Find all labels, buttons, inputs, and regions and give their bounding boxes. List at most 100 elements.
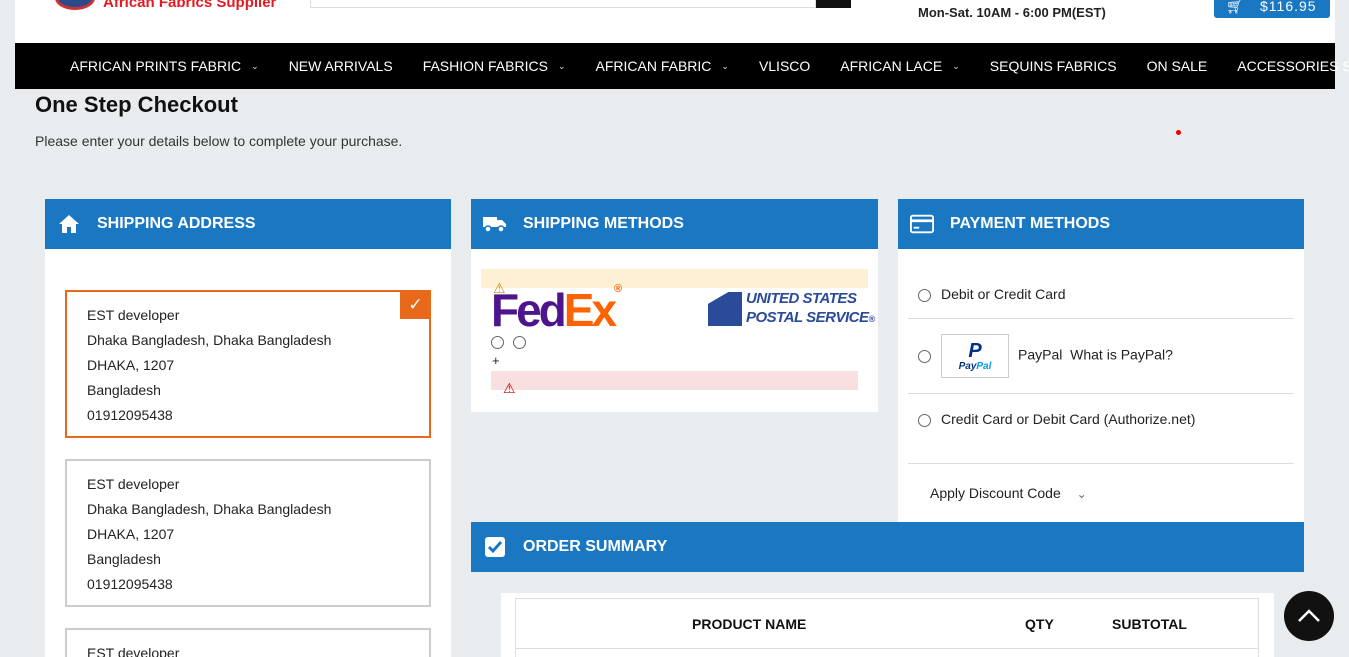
payment-option-card[interactable]: Debit or Credit Card [918, 286, 1304, 302]
address-card[interactable]: EST developer Dhaka Bangladesh, Dhaka Ba… [65, 459, 431, 607]
fedex-reg: ® [614, 283, 623, 295]
address-name: EST developer [87, 307, 180, 323]
payment-methods-body: Debit or Credit Card P PayPal PayPal What … [898, 249, 1304, 522]
chevron-down-icon: ⌄ [952, 60, 960, 71]
payment-option-paypal[interactable]: P PayPal PayPal What is PayPal? [918, 334, 1304, 378]
nav-item-fashion-fabrics[interactable]: FASHION FABRICS ⌄ [423, 58, 566, 74]
nav-label: AFRICAN LACE [840, 58, 943, 74]
home-icon [57, 214, 81, 234]
panel-title: ORDER SUMMARY [523, 538, 668, 555]
card-radio[interactable] [918, 288, 931, 302]
checkbox-checked-icon [483, 536, 507, 558]
payment-label: PayPal [1018, 346, 1063, 363]
nav-item-african-prints-fabric[interactable]: AFRICAN PRINTS FABRIC ⌄ [70, 58, 259, 74]
address-name: EST developer [87, 476, 180, 492]
nav-label: SEQUINS FABRICS [989, 58, 1117, 74]
divider [908, 463, 1294, 464]
usps-text: UNITED STATES POSTAL SERVICE® [746, 289, 875, 329]
address-street: Dhaka Bangladesh, Dhaka Bangladesh [87, 332, 332, 348]
chevron-down-icon: ⌄ [1076, 487, 1087, 501]
cart-button[interactable]: 🛒︎ $116.95 [1214, 0, 1330, 18]
nav-item-african-fabric[interactable]: AFRICAN FABRIC ⌄ [595, 58, 728, 74]
fedex-ex: Ex [563, 284, 617, 336]
nav-item-vlisco[interactable]: VLISCO [759, 58, 810, 74]
paypal-mark: P [968, 339, 982, 362]
nav-label: NEW ARRIVALS [288, 58, 393, 74]
main-nav: AFRICAN PRINTS FABRIC ⌄ NEW ARRIVALS FASH… [15, 43, 1349, 89]
payment-label: Debit or Credit Card [941, 286, 1066, 302]
column-header-product: PRODUCT NAME [692, 616, 807, 632]
chevron-down-icon: ⌄ [557, 60, 566, 71]
nav-label: ACCESSORIES SHOP [1237, 58, 1349, 74]
fedex-logo: FedEx® [491, 283, 622, 337]
nav-item-african-lace[interactable]: AFRICAN LACE ⌄ [840, 58, 959, 74]
order-summary-table: PRODUCT NAME QTY SUBTOTAL [515, 598, 1259, 657]
panel-title: PAYMENT METHODS [950, 215, 1111, 232]
search-button[interactable] [816, 0, 851, 8]
address-country: Bangladesh [87, 382, 161, 398]
nav-label: ON SALE [1146, 58, 1208, 74]
usps-radio[interactable] [513, 336, 526, 349]
nav-label: AFRICAN PRINTS FABRIC [70, 58, 242, 74]
authorize-radio[interactable] [918, 413, 931, 427]
column-header-qty: QTY [1025, 616, 1054, 632]
cart-total: $116.95 [1260, 0, 1317, 14]
address-city: DHAKA, 1207 [87, 526, 175, 542]
payment-option-authorize[interactable]: Credit Card or Debit Card (Authorize.net… [918, 411, 1304, 427]
chevron-down-icon: ⌄ [251, 60, 259, 71]
chevron-up-icon [1298, 609, 1320, 622]
paypal-pal: Pal [976, 360, 992, 372]
address-street: Dhaka Bangladesh, Dhaka Bangladesh [87, 501, 332, 517]
fedex-radio[interactable] [491, 336, 504, 349]
address-phone: 01912095438 [87, 576, 173, 592]
site-logo-text[interactable]: African Fabrics Supplier [103, 0, 276, 11]
usps-reg: ® [868, 314, 875, 324]
nav-item-sequins-fabrics[interactable]: SEQUINS FABRICS [990, 58, 1117, 74]
shipping-address-body: EST developer Dhaka Bangladesh, Dhaka Ba… [45, 249, 451, 657]
plus-icon: + [492, 353, 500, 368]
divider [908, 318, 1294, 319]
paypal-radio[interactable] [918, 349, 931, 363]
credit-card-icon [910, 214, 934, 234]
logo-icon[interactable] [55, 0, 95, 10]
shipping-address-header: SHIPPING ADDRESS [45, 199, 451, 249]
discount-label: Apply Discount Code [930, 485, 1061, 501]
nav-label: FASHION FABRICS [422, 58, 548, 74]
chevron-down-icon: ⌄ [721, 60, 729, 71]
usps-line2-wrap: POSTAL SERVICE® [746, 308, 875, 329]
page-subtitle: Please enter your details below to compl… [35, 133, 403, 149]
fedex-fe: Fed [491, 284, 567, 336]
what-is-paypal-link[interactable]: What is PayPal? [1070, 347, 1173, 363]
paypal-wordmark: PayPal [959, 361, 992, 372]
address-card[interactable]: EST developer [65, 628, 431, 657]
nav-item-on-sale[interactable]: ON SALE [1147, 58, 1208, 74]
order-summary-header: ORDER SUMMARY [471, 522, 1304, 572]
truck-icon [483, 215, 507, 233]
error-icon: ⚠ [503, 380, 516, 396]
panel-title: SHIPPING METHODS [523, 215, 684, 232]
cart-icon: 🛒︎ [1226, 0, 1244, 14]
address-card[interactable]: EST developer Dhaka Bangladesh, Dhaka Ba… [65, 290, 431, 438]
status-dot [1176, 130, 1181, 135]
divider [908, 393, 1294, 394]
payment-methods-header: PAYMENT METHODS [898, 199, 1304, 249]
scroll-to-top-button[interactable] [1284, 591, 1334, 641]
column-header-subtotal: SUBTOTAL [1112, 616, 1187, 632]
address-name: EST developer [87, 645, 180, 657]
nav-label: AFRICAN FABRIC [595, 58, 712, 74]
discount-code-toggle[interactable]: Apply Discount Code ⌄ [930, 485, 1316, 501]
address-country: Bangladesh [87, 551, 161, 567]
search-input[interactable] [310, 0, 816, 8]
panel-title: SHIPPING ADDRESS [97, 215, 256, 232]
usps-logo: UNITED STATES POSTAL SERVICE® [708, 289, 875, 329]
nav-item-new-arrivals[interactable]: NEW ARRIVALS [289, 58, 393, 74]
check-icon: ✓ [400, 290, 431, 319]
paypal-pay: Pay [958, 360, 977, 372]
usps-line2: POSTAL SERVICE [746, 309, 869, 326]
shipping-methods-body: ⚠ FedEx® UNITED STATES POSTAL SERVICE® +… [471, 249, 878, 412]
nav-item-accessories-shop[interactable]: ACCESSORIES SHOP⌄ [1237, 58, 1349, 74]
nav-label: VLISCO [758, 58, 811, 74]
paypal-logo: P PayPal [941, 334, 1009, 378]
page-title: One Step Checkout [35, 92, 238, 117]
payment-label: Credit Card or Debit Card (Authorize.net… [941, 411, 1196, 427]
